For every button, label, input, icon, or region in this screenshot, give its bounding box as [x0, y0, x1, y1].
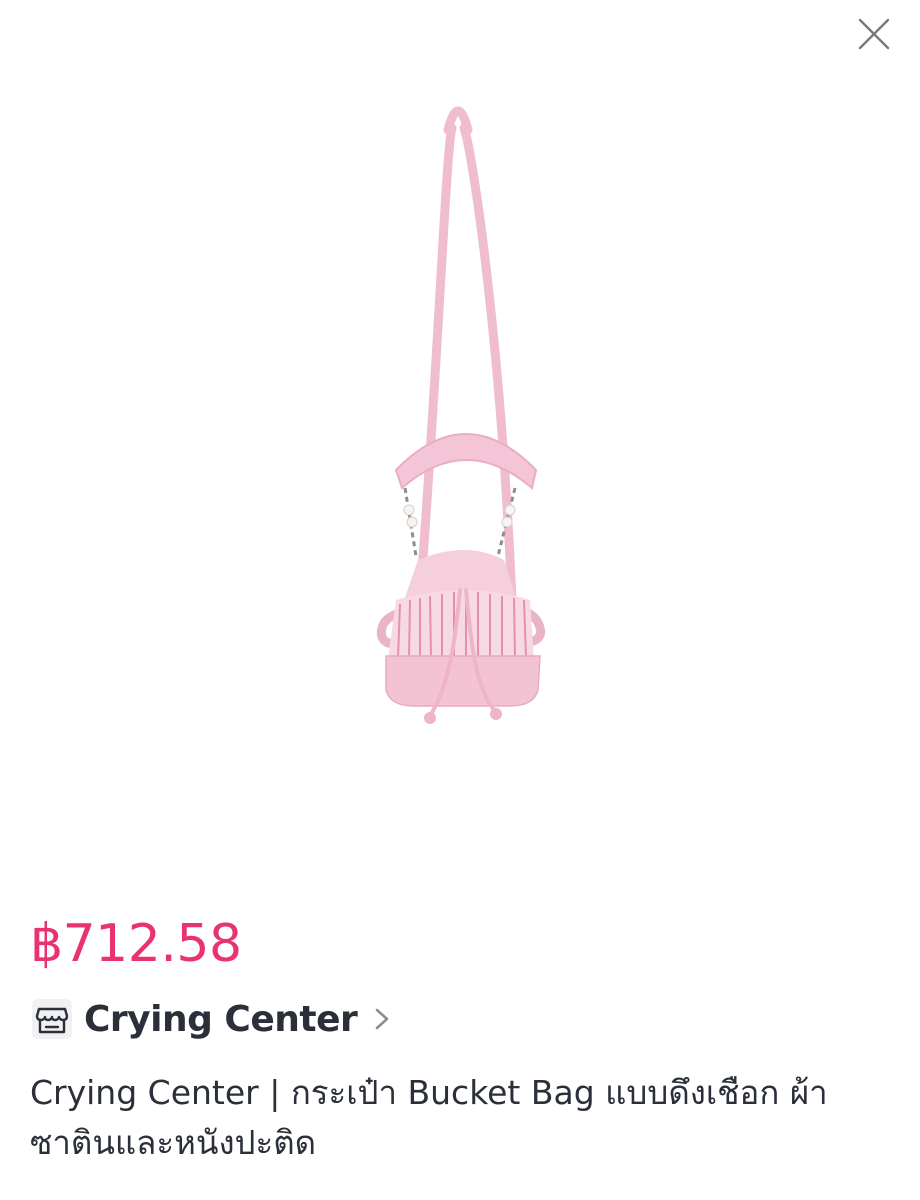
bag-illustration [376, 106, 546, 724]
store-icon [30, 997, 74, 1041]
shop-name: Crying Center [84, 998, 358, 1040]
product-price: ฿712.58 [30, 914, 242, 974]
product-title: Crying Center | กระเป๋า Bucket Bag แบบดึ… [30, 1073, 828, 1162]
product-image[interactable] [0, 0, 920, 880]
shop-link[interactable]: Crying Center [30, 994, 393, 1044]
chevron-right-icon [371, 1004, 393, 1034]
